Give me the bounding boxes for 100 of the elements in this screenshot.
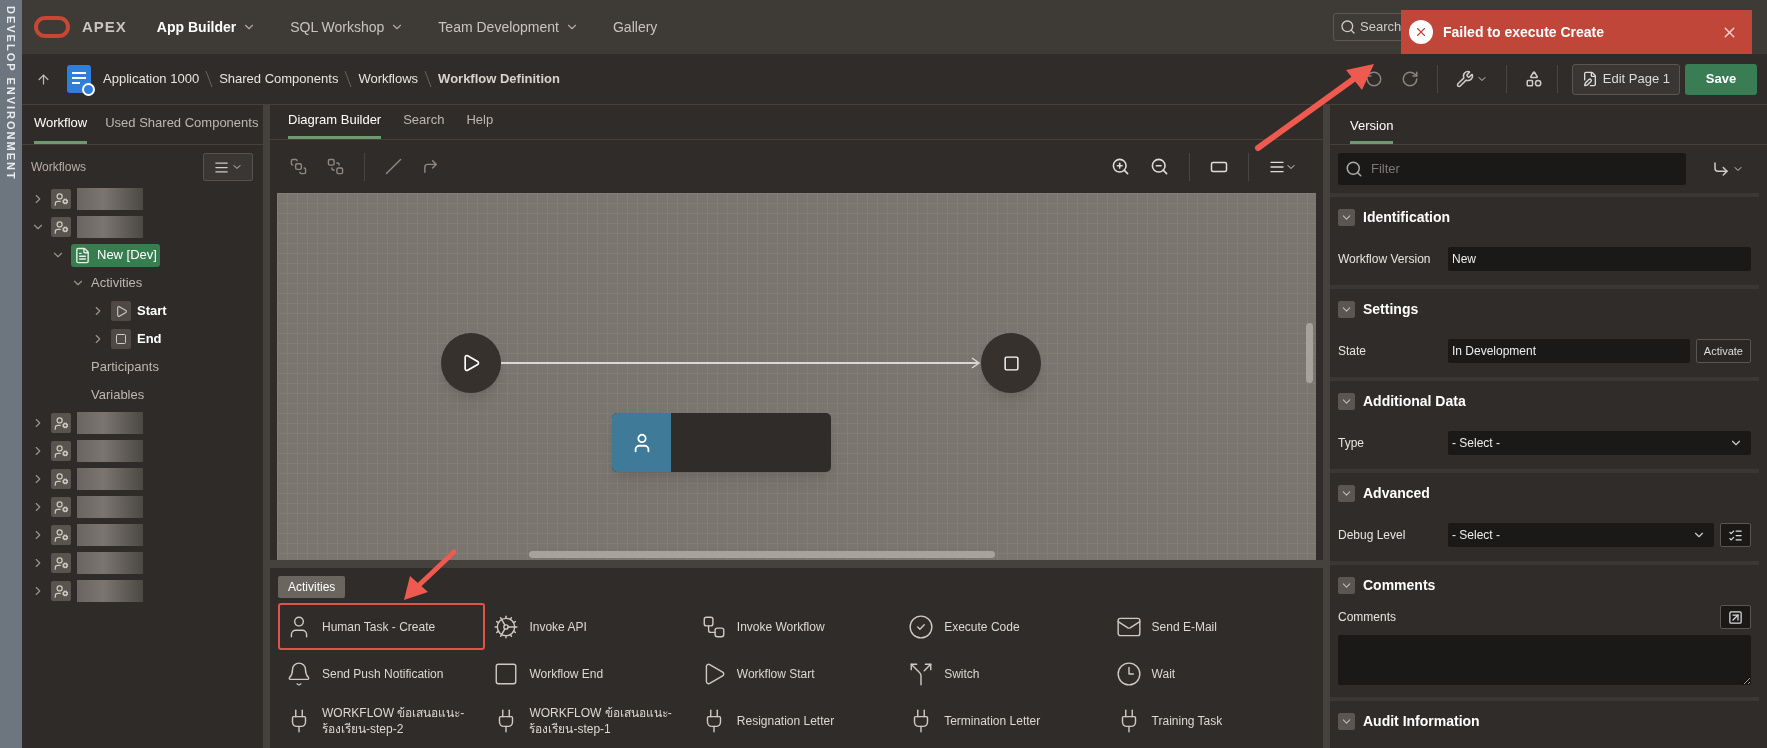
breadcrumb-link[interactable]: Application 1000 bbox=[103, 69, 200, 89]
workflow-icon bbox=[51, 189, 71, 209]
comments-field[interactable] bbox=[1338, 635, 1751, 685]
panel-tab[interactable]: Help bbox=[466, 109, 494, 139]
collapse-toggle[interactable] bbox=[1338, 576, 1355, 594]
line-connector-icon[interactable] bbox=[385, 158, 402, 175]
list-icon bbox=[1728, 527, 1743, 543]
activity-item[interactable]: Invoke Workflow bbox=[692, 603, 901, 650]
square-icon bbox=[1002, 354, 1020, 372]
elbow-connector-icon[interactable] bbox=[422, 158, 439, 175]
list-button[interactable] bbox=[1720, 523, 1751, 547]
filter-field[interactable]: Filter bbox=[1338, 153, 1686, 185]
panel-tab[interactable]: Version bbox=[1350, 115, 1394, 144]
tree-item[interactable]: Participants bbox=[91, 355, 159, 379]
section-title: Additional Data bbox=[1363, 391, 1466, 411]
redacted-block bbox=[77, 188, 143, 210]
activity-item[interactable]: Wait bbox=[1107, 650, 1315, 697]
section-title: Advanced bbox=[1363, 483, 1430, 503]
search-placeholder: Search bbox=[1360, 18, 1402, 37]
edit-file-icon bbox=[1581, 71, 1598, 87]
start-node[interactable] bbox=[441, 333, 501, 393]
end-node[interactable] bbox=[981, 333, 1041, 393]
collapse-toggle[interactable] bbox=[1338, 392, 1355, 410]
activate-button[interactable]: Activate bbox=[1695, 339, 1751, 363]
nav-link[interactable]: App Builder bbox=[156, 16, 257, 38]
activity-label: Execute Code bbox=[944, 618, 1021, 635]
send-back-icon[interactable] bbox=[327, 158, 344, 175]
bring-front-icon[interactable] bbox=[290, 158, 307, 175]
collapse-toggle[interactable] bbox=[1338, 300, 1355, 318]
nav-link[interactable]: Team Development bbox=[438, 16, 579, 38]
select-field[interactable]: - Select - bbox=[1448, 431, 1751, 455]
activity-item[interactable]: Invoke API bbox=[485, 603, 693, 650]
panel-tab[interactable]: Search bbox=[403, 109, 445, 139]
activity-item[interactable]: Switch bbox=[900, 650, 1108, 697]
redo-icon[interactable] bbox=[1400, 70, 1419, 88]
scrollbar[interactable] bbox=[529, 551, 995, 558]
zoom-out-icon[interactable] bbox=[1150, 157, 1169, 176]
activity-item[interactable]: WORKFLOW ข้อเสนอแนะ-ร้องเรียน-step-2 bbox=[278, 697, 486, 744]
text-field[interactable]: New bbox=[1448, 247, 1751, 271]
side-strip[interactable]: DEVELOP ENVIRONMENT bbox=[0, 0, 22, 748]
tree-item[interactable]: New [Dev] bbox=[71, 243, 160, 267]
activity-label: Workflow Start bbox=[736, 665, 816, 682]
menu-button[interactable] bbox=[203, 153, 253, 181]
redacted-block bbox=[77, 524, 143, 546]
tree-item[interactable]: Variables bbox=[91, 383, 145, 407]
redacted-block bbox=[77, 580, 143, 602]
field-label: State bbox=[1338, 343, 1368, 360]
field-label: Debug Level bbox=[1338, 527, 1407, 544]
activity-item[interactable]: Send Push Notification bbox=[278, 650, 486, 697]
activity-item[interactable]: WORKFLOW ข้อเสนอแนะ-ร้องเรียน-step-1 bbox=[485, 697, 693, 744]
redacted-block bbox=[77, 440, 143, 462]
shapes-icon[interactable] bbox=[1524, 70, 1543, 88]
nav-link[interactable]: SQL Workshop bbox=[290, 16, 405, 38]
panel-tab[interactable]: Workflow bbox=[34, 112, 88, 144]
workflow-icon bbox=[51, 553, 71, 573]
activity-item[interactable]: Execute Code bbox=[900, 603, 1108, 650]
button-label: Edit Page 1 bbox=[1602, 70, 1670, 89]
section-title: Audit Information bbox=[1363, 711, 1480, 731]
field-label: Type bbox=[1338, 435, 1365, 452]
workflow-icon bbox=[51, 217, 71, 237]
save-button[interactable]: Save bbox=[1685, 63, 1757, 95]
nav-link[interactable]: Gallery bbox=[613, 16, 658, 38]
workflow-icon bbox=[51, 497, 71, 517]
breadcrumb-link[interactable]: Shared Components bbox=[219, 69, 339, 89]
zoom-in-icon[interactable] bbox=[1111, 157, 1130, 176]
wrench-icon bbox=[1455, 70, 1474, 88]
tree-item[interactable]: Start bbox=[137, 301, 167, 321]
human-task-node[interactable] bbox=[612, 413, 831, 472]
activities-group-button[interactable]: Activities bbox=[278, 576, 346, 598]
undo-icon[interactable] bbox=[1364, 70, 1383, 88]
collapse-toggle[interactable] bbox=[1338, 484, 1355, 502]
collapse-toggle[interactable] bbox=[1338, 712, 1355, 730]
expand-button[interactable] bbox=[1720, 605, 1751, 629]
workflow-icon bbox=[51, 581, 71, 601]
activity-item[interactable]: Send E-Mail bbox=[1107, 603, 1315, 650]
version-icon bbox=[74, 246, 91, 264]
go-to-button[interactable] bbox=[1712, 160, 1744, 178]
activity-item[interactable]: Training Task bbox=[1107, 697, 1315, 744]
text-field[interactable]: In Development bbox=[1448, 339, 1690, 363]
scrollbar[interactable] bbox=[1306, 323, 1313, 383]
activity-item[interactable]: Resignation Letter bbox=[692, 697, 901, 744]
utilities-button[interactable] bbox=[1455, 70, 1488, 88]
tree-item[interactable]: Activities bbox=[91, 271, 143, 295]
activity-item[interactable]: Termination Letter bbox=[900, 697, 1108, 744]
tree-item[interactable]: End bbox=[137, 329, 162, 349]
activity-item[interactable]: Human Task - Create bbox=[278, 603, 486, 650]
activity-item[interactable]: Workflow End bbox=[485, 650, 693, 697]
panel-tab[interactable]: Used Shared Components bbox=[105, 112, 259, 144]
panel-tab[interactable]: Diagram Builder bbox=[288, 109, 382, 139]
breadcrumb-link[interactable]: Workflow Definition bbox=[438, 69, 560, 89]
breadcrumb-link[interactable]: Workflows bbox=[358, 69, 419, 89]
collapse-toggle[interactable] bbox=[1338, 208, 1355, 226]
workflow-icon bbox=[51, 441, 71, 461]
activity-item[interactable]: Workflow Start bbox=[692, 650, 901, 697]
menu-icon bbox=[213, 159, 229, 175]
filter-placeholder: Filter bbox=[1371, 160, 1400, 179]
activity-label: Send Push Notification bbox=[322, 665, 445, 682]
edit-page-button[interactable]: Edit Page 1 bbox=[1571, 63, 1680, 95]
logo-icon bbox=[34, 16, 70, 38]
select-field[interactable]: - Select - bbox=[1448, 523, 1714, 547]
